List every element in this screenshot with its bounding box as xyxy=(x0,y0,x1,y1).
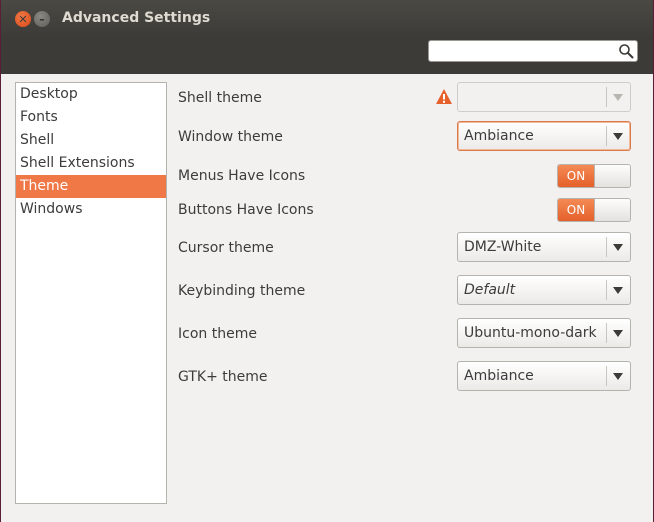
sidebar-item-shell-extensions[interactable]: Shell Extensions xyxy=(16,152,166,175)
dropdown-separator xyxy=(606,323,607,343)
toolbar xyxy=(1,38,653,74)
window-theme-label: Window theme xyxy=(178,129,283,145)
cursor-theme-dropdown[interactable]: DMZ-White xyxy=(457,232,631,262)
sidebar-item-fonts[interactable]: Fonts xyxy=(16,106,166,129)
sidebar-item-shell[interactable]: Shell xyxy=(16,129,166,152)
switch-knob[interactable] xyxy=(594,165,630,187)
advanced-settings-window: ✕ – Advanced Settings Desktop Fonts Shel… xyxy=(0,0,654,522)
dropdown-separator xyxy=(606,87,607,107)
switch-knob[interactable] xyxy=(594,199,630,221)
dropdown-separator xyxy=(606,366,607,386)
warning-icon xyxy=(436,89,452,104)
window-close-button[interactable]: ✕ xyxy=(15,11,31,27)
theme-settings-panel: Shell theme Window theme Ambiance Menus … xyxy=(178,80,635,522)
keybinding-theme-value: Default xyxy=(464,282,516,298)
menus-have-icons-label: Menus Have Icons xyxy=(178,168,306,184)
chevron-down-icon xyxy=(613,94,623,101)
switch-on-label: ON xyxy=(558,199,594,221)
gtk-theme-label: GTK+ theme xyxy=(178,369,268,385)
menus-have-icons-switch[interactable]: ON xyxy=(557,164,631,188)
shell-theme-row: Shell theme xyxy=(178,80,635,116)
buttons-have-icons-switch[interactable]: ON xyxy=(557,198,631,222)
search-field[interactable] xyxy=(428,40,638,62)
gtk-theme-dropdown[interactable]: Ambiance xyxy=(457,361,631,391)
switch-on-label: ON xyxy=(558,165,594,187)
category-sidebar: Desktop Fonts Shell Shell Extensions The… xyxy=(15,82,167,504)
sidebar-item-windows[interactable]: Windows xyxy=(16,198,166,221)
menus-have-icons-row: Menus Have Icons ON xyxy=(178,158,635,194)
window-theme-row: Window theme Ambiance xyxy=(178,119,635,155)
icon-theme-value: Ubuntu-mono-dark xyxy=(464,325,597,341)
cursor-theme-value: DMZ-White xyxy=(464,239,542,255)
window-theme-dropdown[interactable]: Ambiance xyxy=(457,121,631,151)
keybinding-theme-row: Keybinding theme Default xyxy=(178,273,635,309)
close-icon: ✕ xyxy=(18,12,28,26)
gtk-theme-value: Ambiance xyxy=(464,368,534,384)
chevron-down-icon xyxy=(613,330,623,337)
chevron-down-icon xyxy=(613,373,623,380)
gtk-theme-row: GTK+ theme Ambiance xyxy=(178,359,635,395)
shell-theme-label: Shell theme xyxy=(178,90,262,106)
title-bar[interactable]: ✕ – Advanced Settings xyxy=(1,0,653,38)
keybinding-theme-label: Keybinding theme xyxy=(178,283,306,299)
sidebar-item-desktop[interactable]: Desktop xyxy=(16,83,166,106)
minimize-icon: – xyxy=(39,12,45,26)
dropdown-separator xyxy=(606,237,607,257)
cursor-theme-row: Cursor theme DMZ-White xyxy=(178,230,635,266)
keybinding-theme-dropdown[interactable]: Default xyxy=(457,275,631,305)
window-minimize-button[interactable]: – xyxy=(34,11,50,27)
dropdown-separator xyxy=(606,126,607,146)
buttons-have-icons-label: Buttons Have Icons xyxy=(178,202,314,218)
buttons-have-icons-row: Buttons Have Icons ON xyxy=(178,192,635,228)
window-title: Advanced Settings xyxy=(62,10,211,26)
chevron-down-icon xyxy=(613,133,623,140)
icon-theme-dropdown[interactable]: Ubuntu-mono-dark xyxy=(457,318,631,348)
search-input[interactable] xyxy=(433,42,617,62)
icon-theme-label: Icon theme xyxy=(178,326,257,342)
chevron-down-icon xyxy=(613,244,623,251)
sidebar-item-theme[interactable]: Theme xyxy=(16,175,166,198)
cursor-theme-label: Cursor theme xyxy=(178,240,274,256)
window-theme-value: Ambiance xyxy=(464,128,534,144)
icon-theme-row: Icon theme Ubuntu-mono-dark xyxy=(178,316,635,352)
chevron-down-icon xyxy=(613,287,623,294)
search-icon[interactable] xyxy=(618,43,634,59)
shell-theme-dropdown[interactable] xyxy=(457,82,631,112)
dropdown-separator xyxy=(606,280,607,300)
